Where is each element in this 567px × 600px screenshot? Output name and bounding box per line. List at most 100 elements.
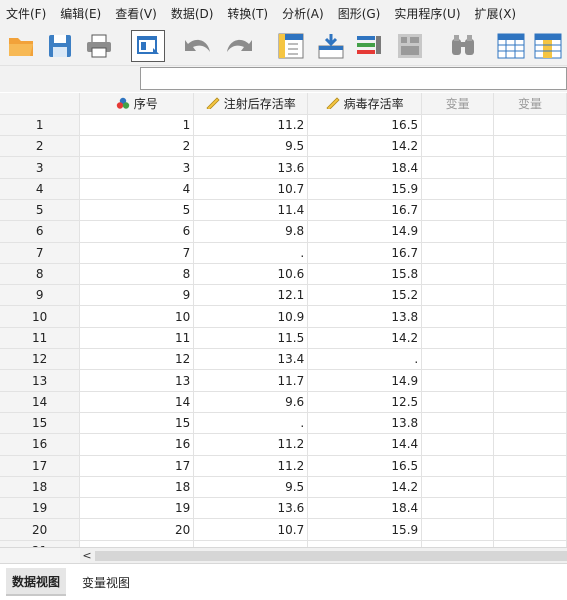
empty-cell[interactable] xyxy=(493,369,567,392)
tab-data-view[interactable]: 数据视图 xyxy=(6,568,67,596)
data-cell[interactable]: 11 xyxy=(79,327,195,350)
row-number[interactable]: 19 xyxy=(0,497,81,520)
empty-cell[interactable] xyxy=(493,348,567,371)
data-cell[interactable]: 6 xyxy=(79,220,195,243)
data-cell[interactable]: 12.5 xyxy=(307,391,423,413)
find-icon[interactable] xyxy=(448,31,478,61)
data-cell[interactable]: 9 xyxy=(79,284,195,307)
row-number[interactable]: 7 xyxy=(0,242,81,264)
data-cell[interactable]: 13.6 xyxy=(193,497,309,520)
empty-cell[interactable] xyxy=(421,263,495,286)
data-cell[interactable]: 10.9 xyxy=(193,305,309,328)
empty-cell[interactable] xyxy=(493,114,567,137)
data-cell[interactable]: 15.9 xyxy=(307,518,423,541)
data-cell[interactable]: 18.4 xyxy=(307,497,423,520)
empty-cell[interactable] xyxy=(421,369,495,392)
row-number[interactable]: 14 xyxy=(0,391,81,413)
data-cell[interactable]: 16.7 xyxy=(307,199,423,222)
empty-cell[interactable] xyxy=(493,242,567,264)
empty-cell[interactable] xyxy=(421,220,495,243)
data-cell[interactable]: 5 xyxy=(79,199,195,222)
empty-cell[interactable] xyxy=(493,518,567,541)
row-number[interactable]: 13 xyxy=(0,369,81,392)
data-cell[interactable]: 9.8 xyxy=(193,220,309,243)
empty-cell[interactable] xyxy=(421,156,495,179)
empty-cell[interactable] xyxy=(421,305,495,328)
data-cell[interactable]: 11.2 xyxy=(193,433,309,456)
data-cell[interactable]: 16 xyxy=(79,433,195,456)
row-number[interactable]: 12 xyxy=(0,348,81,371)
open-folder-icon[interactable] xyxy=(6,31,36,61)
menu-file[interactable]: 文件(F) xyxy=(0,5,54,22)
empty-cell[interactable] xyxy=(493,284,567,307)
data-cell[interactable]: 11.2 xyxy=(193,114,309,137)
data-cell[interactable]: 7 xyxy=(79,242,195,264)
data-cell[interactable]: 18.4 xyxy=(307,156,423,179)
data-cell[interactable]: 13.8 xyxy=(307,305,423,328)
empty-cell[interactable] xyxy=(493,412,567,435)
data-cell[interactable]: 12 xyxy=(79,348,195,371)
scroll-left-arrow[interactable]: < xyxy=(80,548,94,563)
data-cell[interactable]: 10 xyxy=(79,305,195,328)
insert-variable-icon[interactable] xyxy=(533,31,563,61)
cell-editor-input[interactable] xyxy=(140,67,567,90)
empty-cell[interactable] xyxy=(493,540,567,547)
data-cell[interactable]: 16.5 xyxy=(307,455,423,477)
row-number[interactable]: 20 xyxy=(0,518,81,541)
print-icon[interactable] xyxy=(84,31,114,61)
empty-cell[interactable] xyxy=(493,178,567,200)
empty-cell[interactable] xyxy=(421,455,495,477)
data-cell[interactable] xyxy=(79,540,195,547)
data-cell[interactable]: 15 xyxy=(79,412,195,435)
empty-cell[interactable] xyxy=(421,135,495,158)
menu-graphs[interactable]: 图形(G) xyxy=(332,5,389,22)
goto-case-icon[interactable] xyxy=(276,31,306,61)
empty-cell[interactable] xyxy=(421,476,495,499)
undo-icon[interactable] xyxy=(182,31,212,61)
empty-cell[interactable] xyxy=(493,263,567,286)
row-number[interactable]: 21 xyxy=(0,540,81,547)
empty-cell[interactable] xyxy=(421,391,495,413)
scroll-thumb[interactable] xyxy=(95,551,567,561)
data-cell[interactable]: 2 xyxy=(79,135,195,158)
variables-icon[interactable] xyxy=(354,31,384,61)
data-cell[interactable]: 1 xyxy=(79,114,195,137)
menu-transform[interactable]: 转换(T) xyxy=(221,5,276,22)
data-cell[interactable]: 11.7 xyxy=(193,369,309,392)
empty-cell[interactable] xyxy=(421,178,495,200)
data-cell[interactable]: 3 xyxy=(79,156,195,179)
redo-icon[interactable] xyxy=(225,31,255,61)
corner-cell[interactable] xyxy=(0,93,81,115)
row-number[interactable]: 4 xyxy=(0,178,81,200)
data-cell[interactable]: 15.2 xyxy=(307,284,423,307)
data-cell[interactable]: 13 xyxy=(79,369,195,392)
data-cell[interactable]: 9.5 xyxy=(193,135,309,158)
empty-cell[interactable] xyxy=(493,391,567,413)
column-header-post-injection[interactable]: 注射后存活率 xyxy=(193,93,309,115)
empty-cell[interactable] xyxy=(493,220,567,243)
empty-cell[interactable] xyxy=(493,135,567,158)
empty-cell[interactable] xyxy=(421,412,495,435)
tab-variable-view[interactable]: 变量视图 xyxy=(76,568,136,596)
empty-cell[interactable] xyxy=(421,518,495,541)
data-cell[interactable]: 13.8 xyxy=(307,412,423,435)
data-cell[interactable]: 10.6 xyxy=(193,263,309,286)
data-cell[interactable]: . xyxy=(307,348,423,371)
row-number[interactable]: 2 xyxy=(0,135,81,158)
row-number[interactable]: 15 xyxy=(0,412,81,435)
empty-cell[interactable] xyxy=(421,114,495,137)
data-cell[interactable]: 14.2 xyxy=(307,476,423,499)
data-cell[interactable]: 10.7 xyxy=(193,518,309,541)
empty-cell[interactable] xyxy=(421,497,495,520)
data-cell[interactable]: 8 xyxy=(79,263,195,286)
data-cell[interactable]: 20 xyxy=(79,518,195,541)
row-number[interactable]: 8 xyxy=(0,263,81,286)
row-number[interactable]: 16 xyxy=(0,433,81,456)
data-cell[interactable]: 4 xyxy=(79,178,195,200)
empty-cell[interactable] xyxy=(421,242,495,264)
data-cell[interactable]: 15.9 xyxy=(307,178,423,200)
data-cell[interactable]: 10.7 xyxy=(193,178,309,200)
empty-cell[interactable] xyxy=(421,348,495,371)
row-number[interactable]: 9 xyxy=(0,284,81,307)
empty-cell[interactable] xyxy=(493,497,567,520)
